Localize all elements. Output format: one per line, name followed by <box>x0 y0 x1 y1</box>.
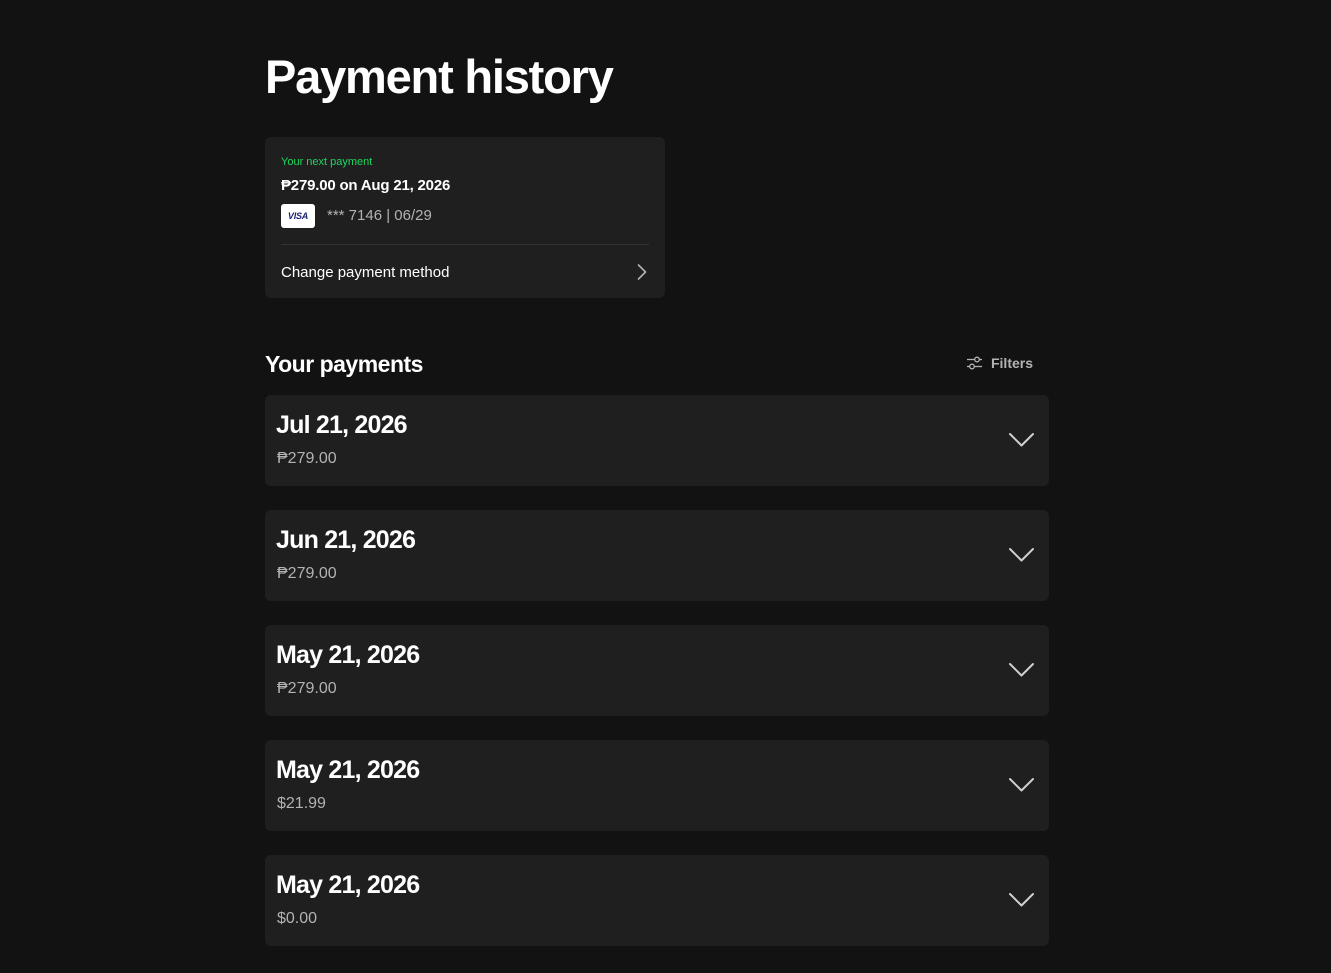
filters-label: Filters <box>990 355 1033 371</box>
payment-amount: ₱279.00 <box>277 450 337 467</box>
your-payments-title: Your payments <box>265 351 423 377</box>
payment-date: May 21, 2026 <box>276 756 420 784</box>
payment-card-row: VISA *** 7146 | 06/29 <box>281 204 432 228</box>
visa-logo-icon: VISA <box>281 204 315 228</box>
next-payment-amount: ₱279.00 on Aug 21, 2026 <box>281 177 451 194</box>
card-info: *** 7146 | 06/29 <box>327 207 432 224</box>
payment-date: May 21, 2026 <box>276 641 420 669</box>
change-payment-method-label: Change payment method <box>281 264 450 281</box>
chevron-down-icon[interactable] <box>1008 432 1035 448</box>
payment-date: Jun 21, 2026 <box>276 526 416 554</box>
payment-amount: ₱279.00 <box>277 680 337 697</box>
chevron-down-icon[interactable] <box>1008 547 1035 563</box>
payments-list: Jul 21, 2026 ₱279.00 Jun 21, 2026 ₱279.0… <box>265 395 1049 970</box>
chevron-down-icon[interactable] <box>1008 777 1035 793</box>
payment-item[interactable]: May 21, 2026 $21.99 <box>265 740 1049 831</box>
page: Payment history Your next payment ₱279.0… <box>0 0 1331 973</box>
sliders-icon <box>966 356 982 370</box>
chevron-down-icon[interactable] <box>1008 662 1035 678</box>
page-title: Payment history <box>265 50 614 103</box>
payment-item[interactable]: Jun 21, 2026 ₱279.00 <box>265 510 1049 601</box>
next-payment-card: Your next payment ₱279.00 on Aug 21, 202… <box>265 137 665 298</box>
chevron-right-icon <box>637 264 647 280</box>
payment-item[interactable]: May 21, 2026 ₱279.00 <box>265 625 1049 716</box>
payment-amount: $0.00 <box>277 910 318 927</box>
payment-date: May 21, 2026 <box>276 871 420 899</box>
chevron-down-icon[interactable] <box>1008 892 1035 908</box>
filters-button[interactable]: Filters <box>966 350 1033 376</box>
payment-amount: $21.99 <box>277 795 326 812</box>
change-payment-method-link[interactable]: Change payment method <box>265 245 665 298</box>
payment-amount: ₱279.00 <box>277 565 337 582</box>
payment-date: Jul 21, 2026 <box>276 411 408 439</box>
payment-item[interactable]: Jul 21, 2026 ₱279.00 <box>265 395 1049 486</box>
next-payment-label: Your next payment <box>281 156 373 168</box>
payment-item[interactable]: May 21, 2026 $0.00 <box>265 855 1049 946</box>
